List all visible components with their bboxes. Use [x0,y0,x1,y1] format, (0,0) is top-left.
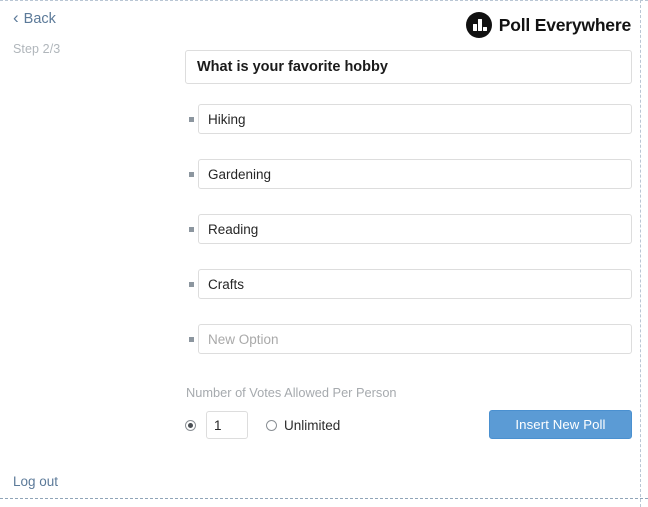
bar-chart-circle-logo-icon [465,12,492,38]
back-link[interactable]: ‹ Back [13,8,56,27]
page-frame-bottom-edge [0,498,648,499]
poll-option-input[interactable] [198,214,632,244]
poll-question-input[interactable] [185,50,632,84]
votes-limited-radio[interactable] [185,419,196,431]
votes-unlimited-radio[interactable] [266,419,277,431]
votes-unlimited-label: Unlimited [284,417,341,433]
drag-handle-square-icon[interactable] [185,281,198,287]
back-link-label: Back [23,10,56,27]
poll-option-input[interactable] [198,159,632,189]
poll-option-row-new [185,324,632,354]
step-indicator: Step 2/3 [13,42,61,56]
poll-option-input[interactable] [198,104,632,134]
page-frame-right-edge [640,0,641,507]
poll-option-row [185,104,632,134]
drag-handle-square-icon[interactable] [185,226,198,232]
votes-allowed-label: Number of Votes Allowed Per Person [186,385,397,400]
poll-option-row [185,159,632,189]
insert-new-poll-button[interactable]: Insert New Poll [489,410,632,439]
brand-name: Poll Everywhere [498,14,631,35]
votes-allowed-section: Number of Votes Allowed Per Person Unlim… [185,385,632,439]
poll-form: Number of Votes Allowed Per Person Unlim… [185,50,632,439]
poll-option-input[interactable] [198,269,632,299]
chevron-left-icon: ‹ [13,8,19,27]
poll-everywhere-create-poll-page: ‹ Back Step 2/3 Poll Everywhere What is … [0,0,648,507]
poll-option-row [185,214,632,244]
drag-handle-square-icon[interactable] [185,336,198,342]
drag-handle-square-icon[interactable] [185,171,198,177]
drag-handle-square-icon[interactable] [185,116,198,122]
poll-new-option-input[interactable] [198,324,632,354]
page-frame-top-edge [0,0,648,1]
logout-link[interactable]: Log out [13,474,58,489]
poll-option-row [185,269,632,299]
votes-limit-input[interactable] [206,411,248,439]
poll-options-list [185,104,632,354]
poll-everywhere-logo: Poll Everywhere [465,12,631,38]
votes-unlimited-option[interactable]: Unlimited [266,418,340,433]
